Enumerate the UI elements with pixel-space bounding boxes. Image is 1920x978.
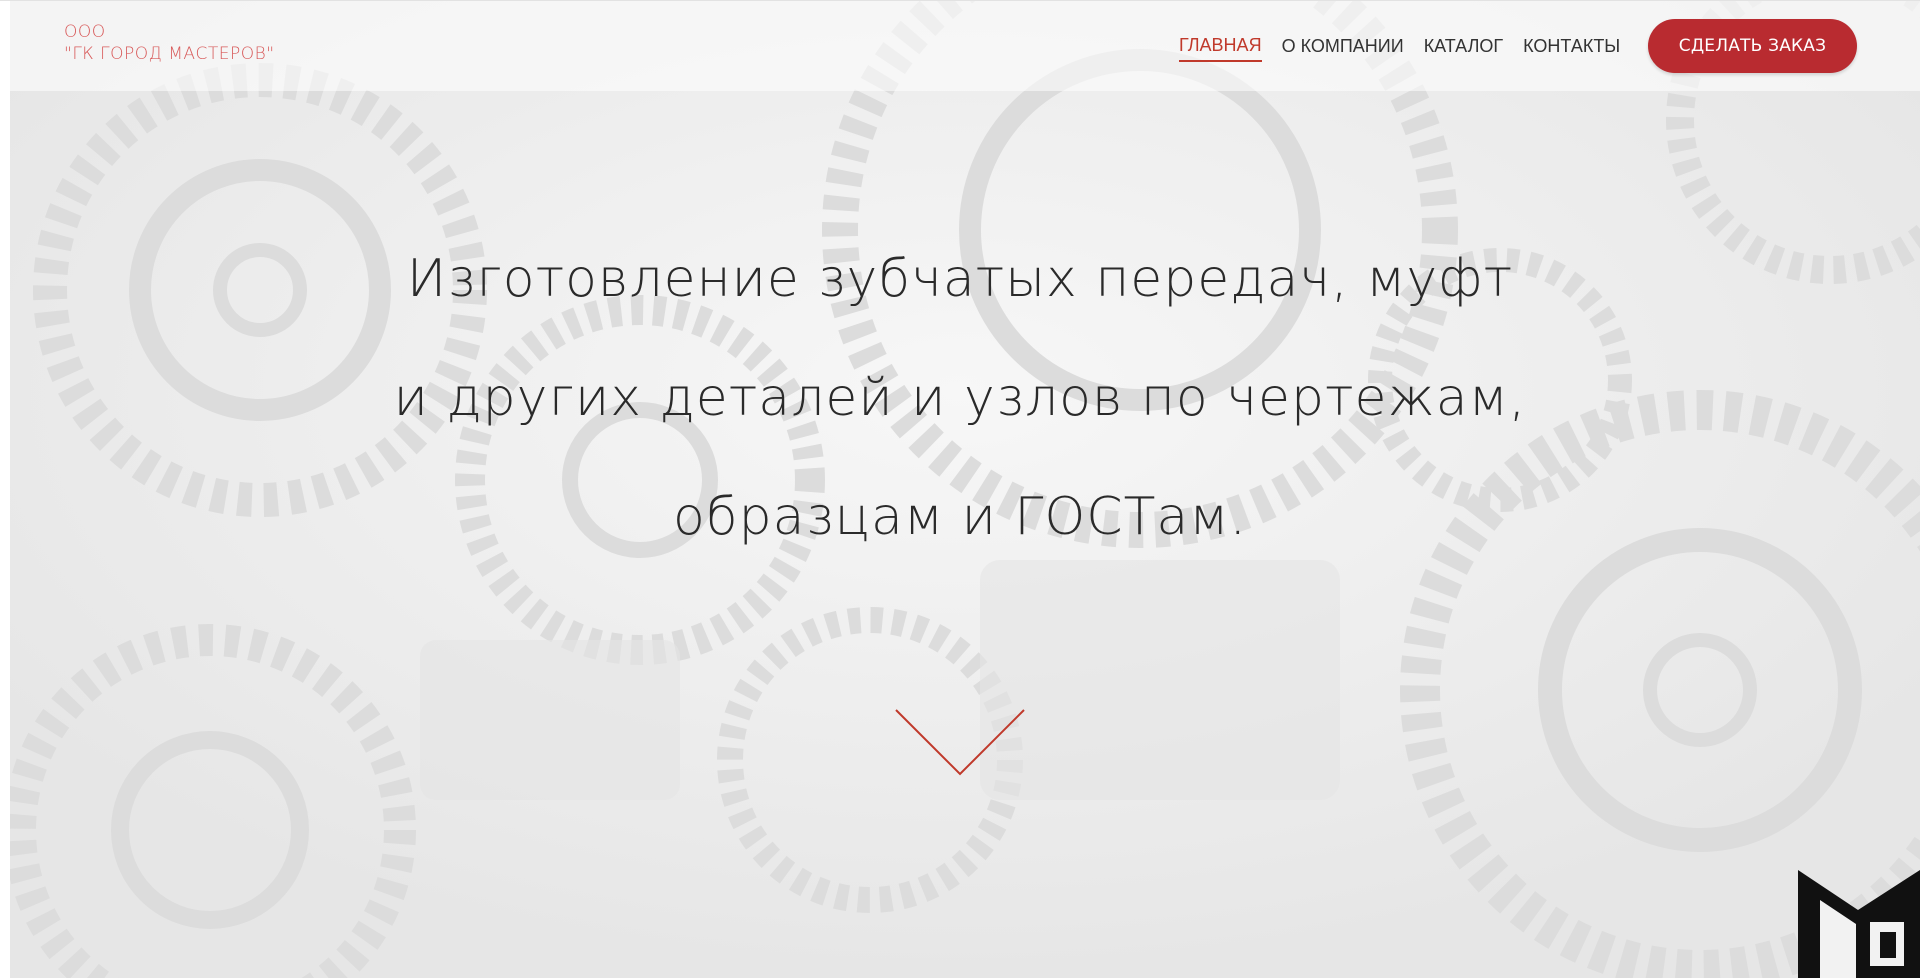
hero-line-3: образцам и ГОСТам. [672,487,1247,547]
logo-line-2: "ГК ГОРОД МАСТЕРОВ" [64,44,275,64]
logo-line-1: ООО [64,22,106,42]
hero-heading: Изготовление зубчатых передач, муфт и др… [0,220,1920,577]
brand-badge-icon[interactable] [1798,860,1920,978]
nav-item-catalog[interactable]: КАТАЛОГ [1424,36,1503,61]
nav-item-about[interactable]: О КОМПАНИИ [1282,36,1404,61]
company-logo[interactable]: ООО "ГК ГОРОД МАСТЕРОВ" [64,21,275,65]
main-navigation: ГЛАВНАЯ О КОМПАНИИ КАТАЛОГ КОНТАКТЫ [1179,35,1620,62]
site-header: ООО "ГК ГОРОД МАСТЕРОВ" ГЛАВНАЯ О КОМПАН… [0,0,1920,91]
page: ООО "ГК ГОРОД МАСТЕРОВ" ГЛАВНАЯ О КОМПАН… [0,0,1920,978]
nav-item-home[interactable]: ГЛАВНАЯ [1179,35,1262,62]
chevron-down-icon[interactable] [894,708,1026,778]
nav-item-contacts[interactable]: КОНТАКТЫ [1523,36,1620,61]
hero-line-1: Изготовление зубчатых передач, муфт [406,249,1514,309]
hero-line-2: и других деталей и узлов по чертежам, [393,368,1527,428]
make-order-button[interactable]: СДЕЛАТЬ ЗАКАЗ [1648,19,1857,73]
